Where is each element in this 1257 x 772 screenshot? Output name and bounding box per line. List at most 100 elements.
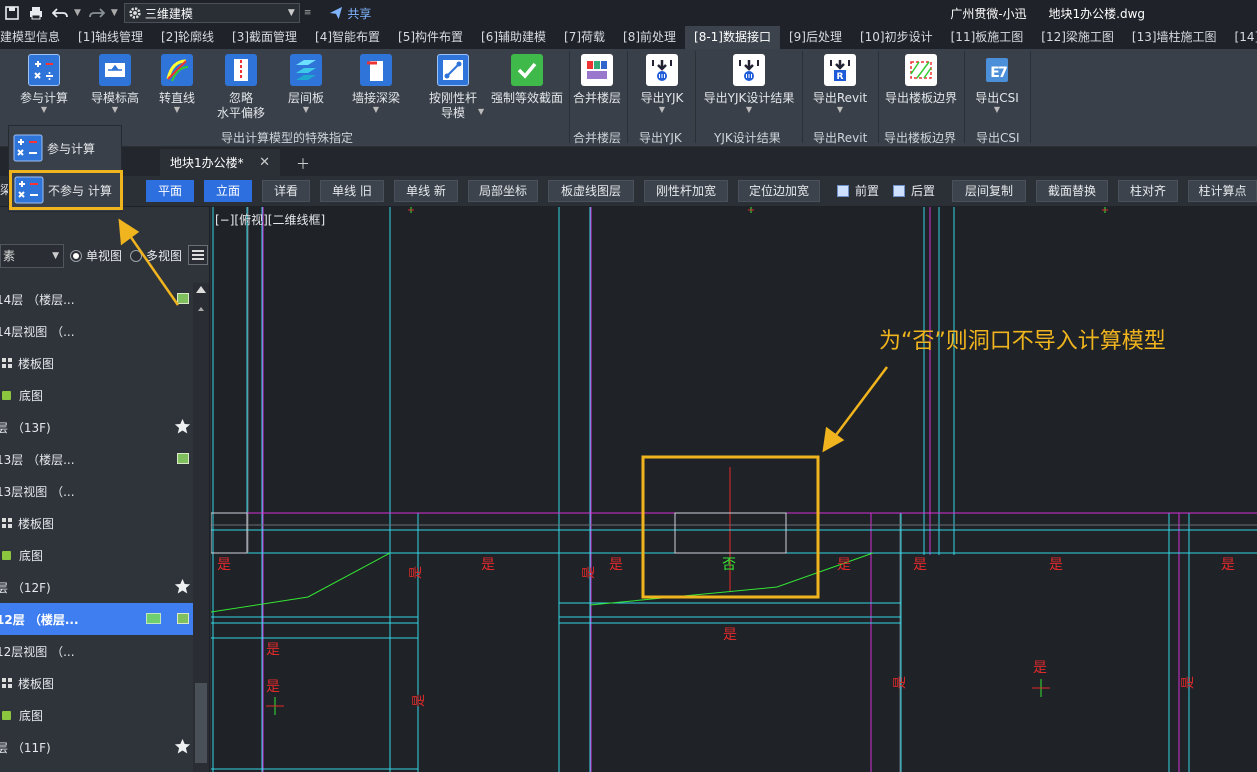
- group-label-csi: 导出CSI: [976, 131, 1020, 145]
- menu-tab-15[interactable]: [14]楼梯: [1226, 26, 1257, 49]
- section-replace-button[interactable]: 截面替换: [1036, 180, 1108, 202]
- base-map-icon: [2, 390, 11, 400]
- dropdown-item-not-participate-label: 不参与 计算: [48, 183, 112, 198]
- export-yjk-button[interactable]: 导出YJK ▼: [634, 52, 690, 124]
- customize-menu-icon[interactable]: ≡: [304, 8, 312, 18]
- to-straight-line-button[interactable]: 转直线 ▼: [152, 52, 202, 124]
- force-equivalent-section-button[interactable]: 强制等效截面: [490, 52, 564, 124]
- star-icon[interactable]: [174, 418, 191, 435]
- merge-floor-button[interactable]: 合并楼层: [572, 52, 622, 124]
- export-yjk-label: 导出YJK: [640, 91, 684, 105]
- drawing-canvas[interactable]: 是是是是是是是是是是是是是是是是否 [−][俯视][二维线框] 为“否”则洞口不…: [211, 207, 1257, 772]
- rigid-bar-widen-button[interactable]: 刚性杆加宽: [644, 180, 728, 202]
- participate-calc-dropdown: 参与计算 不参与 计算: [8, 125, 123, 212]
- group-divider: [1030, 51, 1031, 143]
- redo-dropdown-icon[interactable]: ▼: [111, 8, 118, 18]
- star-icon[interactable]: [174, 578, 191, 595]
- workspace-select[interactable]: 三维建模 ▼: [123, 3, 300, 23]
- tree-item[interactable]: 13层 （楼层...: [0, 443, 193, 475]
- close-icon[interactable]: ✕: [259, 155, 270, 170]
- export-csi-button[interactable]: E7 导出CSI ▼: [968, 52, 1026, 124]
- participate-calc-button[interactable]: 参与计算 ▼: [12, 52, 76, 124]
- document-tab[interactable]: 地块1办公楼* ✕: [160, 149, 280, 176]
- tree-item[interactable]: 底图: [0, 699, 193, 731]
- export-yjk-icon: [646, 54, 678, 86]
- plan-view-button[interactable]: 平面: [146, 180, 194, 202]
- scroll-thumb[interactable]: [195, 683, 207, 763]
- tree-item[interactable]: 楼板图: [0, 667, 193, 699]
- interlayer-slab-button[interactable]: 层间板 ▼: [282, 52, 330, 124]
- tree-item[interactable]: 楼板图: [0, 347, 193, 379]
- tree-scrollbar[interactable]: [193, 283, 209, 772]
- column-align-button[interactable]: 柱对齐: [1118, 180, 1178, 202]
- menu-tab-4[interactable]: [4]智能布置: [306, 26, 389, 49]
- tree-item[interactable]: 层 （12F): [0, 571, 193, 603]
- tree-item[interactable]: 底图: [0, 379, 193, 411]
- bring-front-button[interactable]: 前置: [832, 180, 884, 202]
- tree-item[interactable]: 14层视图 （...: [0, 315, 193, 347]
- menu-tab-12[interactable]: [11]板施工图: [942, 26, 1033, 49]
- export-slab-boundary-button[interactable]: 导出楼板边界: [882, 52, 960, 124]
- rigid-bar-button[interactable]: 按刚性杆 导模: [424, 52, 482, 124]
- export-slab-boundary-label: 导出楼板边界: [884, 91, 957, 105]
- slab-boundary-icon: [905, 54, 937, 86]
- locate-edge-widen-button[interactable]: 定位边加宽: [738, 180, 820, 202]
- floor-filter-value: 素: [3, 249, 16, 263]
- menu-tab-13[interactable]: [12]梁施工图: [1032, 26, 1123, 49]
- tree-item[interactable]: 13层视图 （...: [0, 475, 193, 507]
- tree-item[interactable]: 楼板图: [0, 507, 193, 539]
- floor-filter-combo[interactable]: 素 ▼: [0, 244, 64, 268]
- menu-tab-6[interactable]: [6]辅助建模: [472, 26, 555, 49]
- menu-tab-11[interactable]: [10]初步设计: [851, 26, 942, 49]
- menu-tab-5[interactable]: [5]构件布置: [389, 26, 472, 49]
- interlayer-copy-button[interactable]: 层间复制: [952, 180, 1026, 202]
- label-yes-7: 是: [723, 627, 737, 643]
- view-label: [−][俯视][二维线框]: [215, 213, 326, 227]
- single-line-new-button[interactable]: 单线 新: [394, 180, 458, 202]
- print-icon[interactable]: [26, 3, 46, 23]
- export-revit-button[interactable]: R 导出Revit ▼: [808, 52, 872, 124]
- single-line-old-button[interactable]: 单线 旧: [320, 180, 384, 202]
- undo-dropdown-icon[interactable]: ▼: [74, 8, 81, 18]
- add-tab-icon[interactable]: ＋: [296, 154, 310, 174]
- star-icon[interactable]: [174, 738, 191, 755]
- tree-item[interactable]: 12层 （楼层...: [0, 603, 193, 635]
- tree-item-label: 楼板图: [18, 676, 55, 691]
- elevation-view-button[interactable]: 立面: [204, 180, 252, 202]
- menu-tab-14[interactable]: [13]墙柱施工图: [1123, 26, 1226, 49]
- ignore-offset-button[interactable]: 忽略 水平偏移: [210, 52, 272, 124]
- menu-tab-3[interactable]: [3]截面管理: [223, 26, 306, 49]
- dropdown-item-participate[interactable]: 参与计算: [11, 130, 119, 166]
- send-back-button[interactable]: 后置: [888, 180, 940, 202]
- undo-icon[interactable]: [50, 3, 70, 23]
- local-coord-button[interactable]: 局部坐标: [468, 180, 538, 202]
- user-name: 广州贯微-小迅: [950, 7, 1027, 21]
- tree-item-label: 13层 （楼层...: [0, 452, 75, 467]
- column-calc-point-button[interactable]: 柱计算点: [1188, 180, 1257, 202]
- menu-tab-2[interactable]: [2]轮廓线: [152, 26, 223, 49]
- tree-item[interactable]: 12层视图 （...: [0, 635, 193, 667]
- deep-beam-button[interactable]: 墙接深梁 ▼: [342, 52, 410, 124]
- menu-tab-1[interactable]: [1]轴线管理: [69, 26, 152, 49]
- detail-button[interactable]: 详看: [262, 180, 310, 202]
- chevron-down-icon[interactable]: ▼: [478, 107, 484, 116]
- save-icon[interactable]: [2, 3, 22, 23]
- svg-text:R: R: [837, 72, 844, 82]
- label-yes-9: 是: [266, 679, 280, 695]
- redo-icon[interactable]: [87, 3, 107, 23]
- menu-tab-9[interactable]: [8-1]数据接口: [685, 26, 780, 49]
- back-icon: [892, 185, 905, 197]
- tree-item[interactable]: 底图: [0, 539, 193, 571]
- annotation-text: 为“否”则洞口不导入计算模型: [879, 329, 1166, 354]
- share-button[interactable]: 共享: [329, 5, 371, 22]
- menu-tab-7[interactable]: [7]荷载: [555, 26, 614, 49]
- export-yjk-result-button[interactable]: 导出YJK设计结果 ▼: [700, 52, 798, 124]
- menu-tab-0[interactable]: 建模型信息: [0, 26, 69, 49]
- tree-item[interactable]: 层 （13F): [0, 411, 193, 443]
- elevation-button[interactable]: 导模标高 ▼: [86, 52, 144, 124]
- dropdown-item-not-participate[interactable]: 不参与 计算: [9, 170, 123, 210]
- menu-tab-10[interactable]: [9]后处理: [780, 26, 851, 49]
- menu-tab-8[interactable]: [8]前处理: [614, 26, 685, 49]
- slab-dashed-layer-button[interactable]: 板虚线图层: [548, 180, 634, 202]
- tree-item[interactable]: 层 （11F): [0, 731, 193, 763]
